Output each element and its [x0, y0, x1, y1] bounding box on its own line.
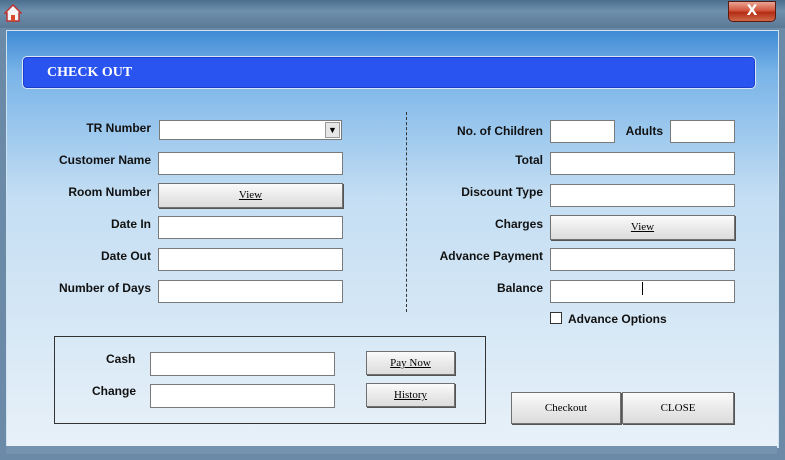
date-out-label: Date Out	[100, 249, 151, 263]
title-bar: X	[0, 0, 785, 28]
number-of-days-field[interactable]	[158, 280, 343, 303]
pay-now-label: Pay Now	[390, 357, 431, 369]
cash-label: Cash	[106, 352, 136, 366]
home-icon[interactable]	[4, 4, 22, 22]
number-of-days-label: Number of Days	[58, 281, 151, 295]
page-title: CHECK OUT	[47, 65, 133, 80]
charges-view-button[interactable]: View	[550, 215, 735, 240]
checkout-label: Checkout	[544, 402, 588, 414]
advance-payment-label: Advance Payment	[439, 249, 543, 263]
room-view-button[interactable]: View	[158, 183, 343, 208]
discount-type-field[interactable]	[550, 184, 735, 207]
checkout-button[interactable]: Checkout	[511, 392, 621, 424]
text-caret	[642, 282, 643, 295]
date-in-field[interactable]	[158, 216, 343, 239]
charges-view-label: View	[630, 221, 655, 233]
balance-label: Balance	[496, 281, 543, 295]
children-field[interactable]	[550, 120, 615, 143]
advance-options-label[interactable]: Advance Options	[568, 312, 667, 326]
cash-field[interactable]	[150, 352, 335, 376]
total-field[interactable]	[550, 152, 735, 175]
close-label: CLOSE	[660, 402, 696, 414]
pay-now-button[interactable]: Pay Now	[366, 351, 455, 375]
advance-payment-field[interactable]	[550, 248, 735, 271]
tr-number-label: TR Number	[86, 121, 151, 135]
adults-field[interactable]	[670, 120, 735, 143]
change-label: Change	[92, 384, 137, 398]
customer-name-label: Customer Name	[58, 153, 151, 167]
room-number-label: Room Number	[68, 185, 151, 199]
discount-type-label: Discount Type	[461, 185, 543, 199]
advance-options-checkbox[interactable]	[550, 312, 562, 324]
close-button[interactable]: CLOSE	[622, 392, 734, 424]
children-label: No. of Children	[457, 124, 543, 138]
window-bottom-edge	[6, 446, 777, 454]
tr-number-combo[interactable]: ▼	[159, 120, 342, 140]
chevron-down-icon[interactable]: ▼	[325, 122, 340, 138]
column-divider	[406, 112, 407, 312]
history-button[interactable]: History	[366, 383, 455, 407]
window-close-button[interactable]: X	[728, 1, 776, 22]
payment-panel	[54, 336, 486, 424]
history-label: History	[394, 389, 427, 401]
header-bar: CHECK OUT	[22, 56, 756, 89]
room-view-label: View	[238, 189, 263, 201]
total-label: Total	[515, 153, 543, 167]
date-out-field[interactable]	[158, 248, 343, 271]
change-field[interactable]	[150, 384, 335, 408]
date-in-label: Date In	[110, 217, 151, 231]
customer-name-field[interactable]	[158, 152, 343, 175]
adults-label: Adults	[625, 124, 663, 138]
charges-label: Charges	[494, 217, 543, 231]
